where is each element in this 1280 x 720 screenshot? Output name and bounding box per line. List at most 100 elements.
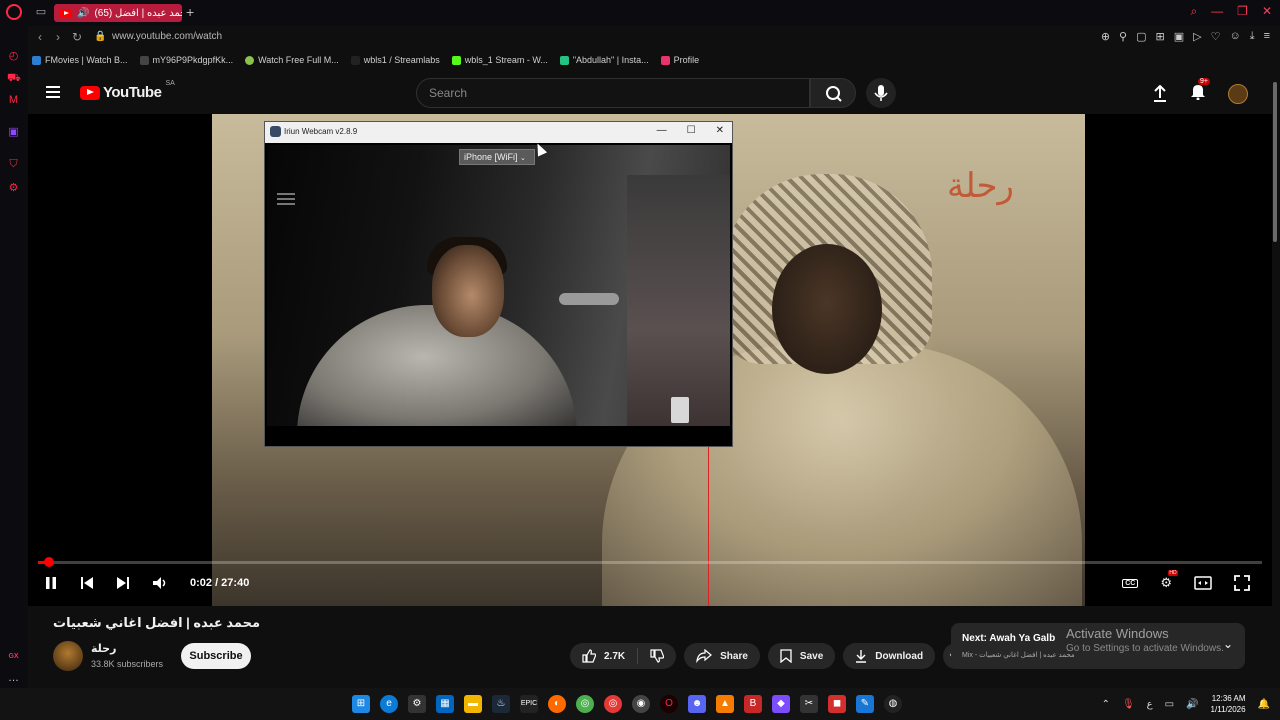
opera-gx-icon[interactable]: O <box>660 695 678 713</box>
tab-workspaces-icon[interactable]: ▭ <box>34 5 48 19</box>
progress-bar[interactable] <box>38 557 1262 567</box>
epic-games-icon[interactable]: EPIC <box>520 695 538 713</box>
more-icon[interactable]: … <box>7 672 20 685</box>
extension-icon[interactable]: ⊞ <box>1156 30 1165 43</box>
file-explorer-icon[interactable]: ▬ <box>464 695 482 713</box>
volume-tray-icon[interactable]: 🔊 <box>1186 699 1198 710</box>
snapshot-icon[interactable]: ▢ <box>1136 30 1146 43</box>
notifications-button[interactable]: 9+ <box>1190 78 1210 105</box>
lock-icon[interactable]: 🔒 <box>94 31 106 42</box>
bookmark-item[interactable]: wbls1 / Streamlabs <box>350 52 440 68</box>
theater-mode-icon[interactable] <box>1194 576 1212 590</box>
volume-icon[interactable] <box>152 575 168 591</box>
zoom-icon[interactable]: ⊕ <box>1101 30 1110 43</box>
search-input[interactable]: Search <box>416 78 810 108</box>
blue-app-icon[interactable]: ✎ <box>856 695 874 713</box>
forward-icon[interactable]: › <box>56 30 60 44</box>
microphone-tray-icon[interactable]: 🎙 <box>1122 699 1135 710</box>
settings-icon[interactable]: ⚙ <box>408 695 426 713</box>
gx-label[interactable]: GX <box>7 650 20 663</box>
store-icon[interactable]: ▦ <box>436 695 454 713</box>
download-icon[interactable]: ⤓ <box>1250 30 1255 43</box>
messenger-icon[interactable]: M <box>7 94 20 107</box>
red-app-icon[interactable]: B <box>744 695 762 713</box>
account-avatar[interactable] <box>1228 83 1248 104</box>
media-app-icon[interactable]: ◼ <box>828 695 846 713</box>
pin-icon[interactable]: ⚲ <box>1119 30 1127 43</box>
save-button[interactable]: Save <box>767 643 836 669</box>
profile-icon[interactable]: ☺ <box>1229 30 1240 43</box>
github-icon[interactable]: ◉ <box>632 695 650 713</box>
bookmark-item[interactable]: Watch Free Full M... <box>245 52 339 68</box>
progress-scrubber[interactable] <box>44 557 54 567</box>
chevron-up-icon[interactable]: ⌃ <box>1102 699 1110 710</box>
notification-bell-icon[interactable]: 🔔 <box>1258 699 1270 710</box>
gx-corner-icon[interactable]: ⛟ <box>7 72 21 85</box>
bookmark-item[interactable]: "Abdullah" | Insta... <box>559 52 649 68</box>
iriun-menu-icon[interactable] <box>277 193 295 208</box>
channel-avatar[interactable] <box>53 641 83 671</box>
orange-app-icon[interactable]: ◐ <box>548 695 566 713</box>
heart-icon[interactable]: ♡ <box>1211 30 1221 43</box>
close-icon[interactable]: ✕ <box>1262 4 1272 19</box>
menu-icon[interactable]: ≡ <box>1264 30 1270 43</box>
device-select[interactable]: iPhone [WiFi] ⌄ <box>459 149 535 165</box>
network-icon[interactable]: ▭ <box>1165 699 1174 710</box>
chrome-alt-icon[interactable]: ◎ <box>604 695 622 713</box>
voice-search-button[interactable] <box>866 78 896 108</box>
edge-icon[interactable]: e <box>380 695 398 713</box>
share-button[interactable]: Share <box>684 643 760 669</box>
browser-tab-youtube[interactable]: 🔊 (65) محمد عبده | افضل <box>54 4 182 22</box>
speaker-icon[interactable]: 🔊 <box>77 8 89 19</box>
bookmark-item[interactable]: Profile <box>660 52 699 68</box>
pause-icon[interactable] <box>44 575 58 591</box>
bookmark-item[interactable]: wbls_1 Stream - W... <box>451 52 548 68</box>
next-icon[interactable] <box>116 575 130 591</box>
page-scrollbar[interactable] <box>1272 72 1278 686</box>
url-field[interactable]: www.youtube.com/watch <box>112 31 222 42</box>
twitch-icon[interactable]: ▣ <box>7 126 20 139</box>
minimize-icon[interactable]: — <box>657 125 667 136</box>
download-button[interactable]: Download <box>843 643 936 669</box>
new-tab-button[interactable]: + <box>186 4 194 20</box>
bookmark-item[interactable]: mY96P9PkdgpfKk... <box>139 52 233 68</box>
purple-app-icon[interactable]: ◆ <box>772 695 790 713</box>
close-icon[interactable]: ✕ <box>716 125 724 136</box>
youtube-logo[interactable]: YouTube SA <box>80 80 175 101</box>
back-icon[interactable]: ‹ <box>38 30 42 44</box>
steam-icon[interactable]: ♨ <box>492 695 510 713</box>
tab-icon[interactable]: ▣ <box>1174 30 1184 43</box>
guide-menu-icon[interactable] <box>46 86 60 98</box>
captions-icon[interactable]: CC <box>1122 578 1139 588</box>
chrome-icon[interactable]: ◎ <box>576 695 594 713</box>
iriun-taskbar-icon[interactable]: ◍ <box>884 695 902 713</box>
opera-gx-logo-icon[interactable] <box>6 4 22 20</box>
search-tabs-icon[interactable]: ⌕ <box>1190 4 1197 19</box>
discord-icon[interactable]: ☻ <box>688 695 706 713</box>
scrollbar-thumb[interactable] <box>1273 82 1277 242</box>
clock[interactable]: 12:36 AM 1/11/2026 <box>1211 693 1246 715</box>
player-icon[interactable]: ▷ <box>1193 30 1201 43</box>
dislike-button[interactable] <box>638 643 676 669</box>
settings-icon[interactable]: ⚙ <box>7 182 20 195</box>
subscribe-button[interactable]: Subscribe <box>181 643 251 669</box>
like-button[interactable]: 2.7K <box>570 643 637 669</box>
maximize-icon[interactable]: ❐ <box>1237 4 1248 19</box>
minimize-icon[interactable]: — <box>1211 4 1223 19</box>
language-indicator[interactable]: ع <box>1147 699 1153 710</box>
channel-name[interactable]: رحلة <box>91 642 116 655</box>
fullscreen-icon[interactable] <box>1234 575 1250 591</box>
settings-gear-icon[interactable]: ⚙ <box>1160 570 1178 591</box>
iriun-title-bar[interactable]: Iriun Webcam v2.8.9 — ☐ ✕ <box>265 122 732 143</box>
vlc-icon[interactable]: ▲ <box>716 695 734 713</box>
pin-sidebar-icon[interactable]: ⛉ <box>7 158 20 171</box>
upload-icon[interactable] <box>1152 84 1168 103</box>
start-icon[interactable]: ⊞ <box>352 695 370 713</box>
previous-icon[interactable] <box>80 575 94 591</box>
capcut-icon[interactable]: ✂ <box>800 695 818 713</box>
chevron-down-icon[interactable]: ⌄ <box>1223 637 1233 651</box>
maximize-icon[interactable]: ☐ <box>687 125 696 136</box>
search-button[interactable] <box>810 78 856 108</box>
history-icon[interactable]: ◴ <box>7 50 20 63</box>
iriun-webcam-window[interactable]: Iriun Webcam v2.8.9 — ☐ ✕ iPhone [WiFi] … <box>264 121 733 447</box>
